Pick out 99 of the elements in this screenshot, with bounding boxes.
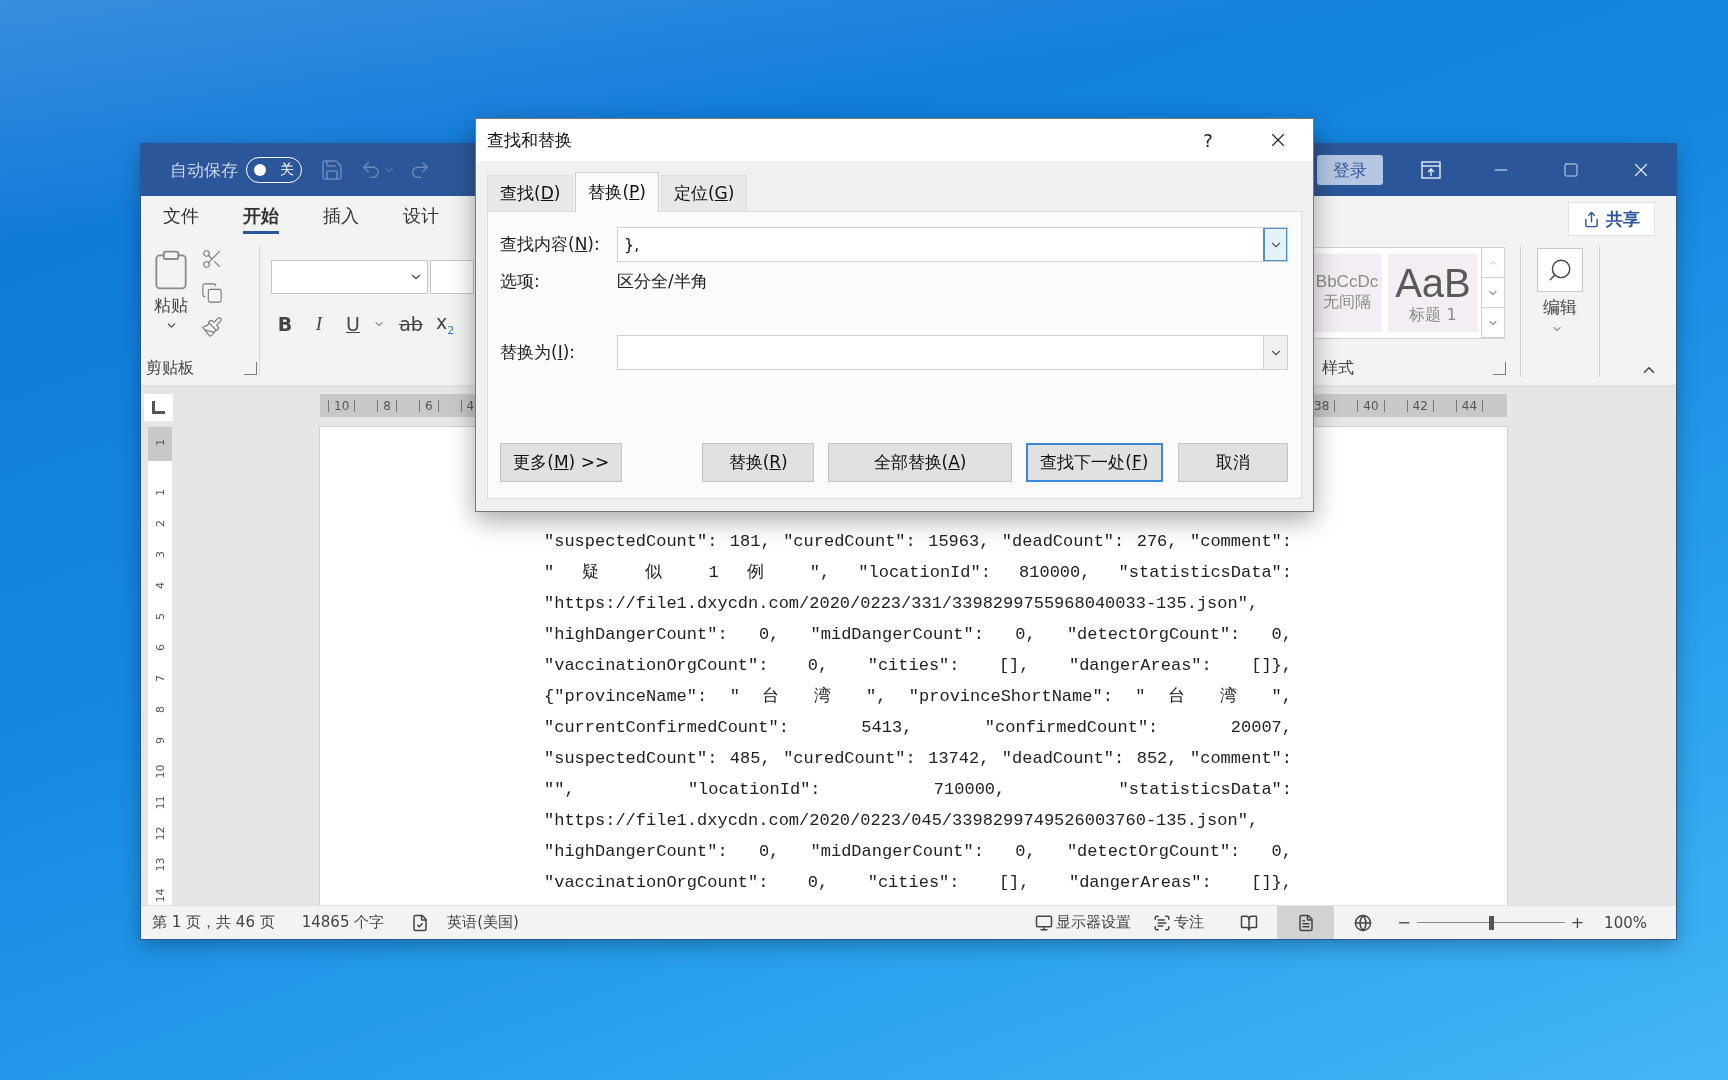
dialog-launcher-icon[interactable]: [244, 361, 257, 375]
format-button[interactable]: x$_{2}$: [431, 310, 459, 338]
ruler-number: 7: [152, 674, 168, 684]
redo-icon[interactable]: [409, 159, 431, 181]
dialog-tab[interactable]: 替换(P): [575, 172, 659, 212]
ribbon-tab[interactable]: 文件: [141, 196, 221, 236]
share-icon: [1583, 210, 1600, 228]
editing-label[interactable]: 编辑: [1543, 296, 1577, 319]
ruler-number: 42: [1406, 399, 1434, 412]
group-label: 样式: [1322, 357, 1354, 379]
ruler-number: 8: [152, 705, 168, 715]
text-line: "vaccinationOrgCount": 0, "cities": [], "dangerAreas": []},: [544, 872, 1292, 894]
share-label: 共享: [1606, 207, 1640, 231]
page-icon[interactable]: [1296, 913, 1315, 932]
ruler-number: 1: [152, 439, 168, 446]
ruler-number: 11: [152, 794, 168, 812]
slider-thumb[interactable]: [1488, 915, 1494, 930]
font-size-field[interactable]: [430, 260, 474, 294]
focus-label[interactable]: 专注: [1174, 913, 1205, 932]
save-icon[interactable]: [320, 158, 344, 182]
text-line: "suspectedCount": 181, "curedCount": 15963, "deadCount": 276, "comment":: [544, 531, 1292, 553]
dialog-button[interactable]: 取消: [1177, 443, 1288, 482]
find-field[interactable]: },: [617, 227, 1288, 262]
ribbon-tab[interactable]: 插入: [301, 196, 381, 236]
tab-selector[interactable]: [144, 394, 173, 421]
help-button[interactable]: ?: [1173, 119, 1243, 161]
word-count[interactable]: 14865 个字: [301, 913, 385, 932]
globe-icon[interactable]: [1353, 913, 1372, 932]
group-label: 剪贴板: [146, 357, 194, 379]
view-button[interactable]: [1277, 906, 1335, 939]
text-line: "vaccinationOrgCount": 0, "cities": [], "dangerAreas": []},: [544, 655, 1292, 677]
display-settings-label[interactable]: 显示器设置: [1056, 913, 1132, 932]
page-count[interactable]: 第 1 页，共 46 页: [152, 913, 275, 932]
find-label: 查找内容(N):: [500, 233, 601, 256]
paste-label: 粘贴: [154, 294, 188, 317]
autosave-label: 自动保存: [170, 158, 238, 182]
format-button[interactable]: ab: [397, 310, 425, 338]
share-button[interactable]: 共享: [1568, 202, 1655, 236]
dialog-button[interactable]: 全部替换(A): [827, 443, 1013, 482]
ruler-number: 8: [377, 399, 397, 412]
ruler-number: 10: [328, 399, 356, 412]
dialog-tab[interactable]: 查找(D): [487, 175, 574, 211]
ruler-number: 6: [418, 399, 439, 412]
text-line: "https://file1.dxycdn.com/2020/0223/045/3398299749526003760-135.json",: [544, 810, 1260, 832]
format-button[interactable]: I: [305, 310, 333, 338]
sign-in-button[interactable]: 登录: [1317, 155, 1383, 185]
dropdown-caret-icon[interactable]: [1263, 228, 1287, 261]
text-line: "suspectedCount": 485, "curedCount": 13742, "deadCount": 852, "comment":: [544, 748, 1292, 770]
ruler-number: 10: [152, 763, 168, 781]
search-icon[interactable]: [1537, 248, 1583, 292]
proofing-icon[interactable]: [411, 913, 430, 932]
text-line: "currentConfirmedCount": 5413, "confirmedCount": 20007,: [544, 717, 1292, 739]
ruler-number: 3: [152, 550, 168, 560]
replace-label: 替换为(I):: [500, 341, 577, 364]
paintbrush-icon[interactable]: [201, 316, 223, 338]
undo-icon[interactable]: [360, 159, 382, 181]
dialog-button[interactable]: 查找下一处(F): [1026, 443, 1163, 482]
font-name-field[interactable]: [271, 260, 428, 294]
replace-field[interactable]: [617, 335, 1288, 370]
ruler-number: 44: [1455, 399, 1484, 412]
ruler-number: 12: [152, 825, 168, 843]
ruler-number: 14: [152, 887, 168, 905]
zoom-out-button[interactable]: −: [1391, 913, 1417, 932]
text-line: {"provinceName": " 台 湾 ", "provinceShortName": " 台 湾 ",: [544, 685, 1292, 708]
scissors-icon[interactable]: [201, 248, 223, 270]
ruler-number: 40: [1357, 399, 1385, 412]
ruler-number: 4: [152, 581, 168, 591]
options-value: 区分全/半角: [617, 269, 708, 293]
ruler-number: 2: [152, 519, 168, 529]
text-line: "https://file1.dxycdn.com/2020/0223/331/3398299755968040033-135.json",: [544, 593, 1260, 615]
zoom-in-button[interactable]: +: [1564, 913, 1591, 932]
ruler-number: 9: [152, 736, 168, 746]
format-button[interactable]: U: [339, 310, 367, 338]
dialog-launcher-icon[interactable]: [1493, 361, 1506, 375]
format-button[interactable]: B: [271, 310, 299, 338]
options-label: 选项:: [500, 269, 541, 293]
ruler-number: 5: [152, 612, 168, 622]
ruler-number: 6: [152, 643, 168, 653]
zoom-level[interactable]: 100%: [1604, 913, 1647, 932]
focus-icon[interactable]: [1153, 913, 1172, 932]
ruler-number: 1: [152, 488, 168, 498]
dialog-tab[interactable]: 定位(G): [660, 175, 748, 211]
zoom-slider[interactable]: [1416, 915, 1565, 930]
dialog-title: 查找和替换: [487, 128, 572, 152]
dialog-button[interactable]: 替换(R): [702, 443, 814, 482]
book-icon[interactable]: [1239, 913, 1258, 932]
ruler-number: 13: [152, 856, 168, 874]
style-item[interactable]: AaB 标题 1: [1388, 254, 1478, 332]
dialog-button[interactable]: 更多(M) >>: [500, 443, 623, 482]
text-line: " 疑 似 1 例 ", "locationId": 810000, "statisticsData":: [544, 562, 1292, 584]
text-line: "highDangerCount": 0, "midDangerCount": 0, "detectOrgCount": 0,: [544, 841, 1292, 863]
copy-icon[interactable]: [201, 282, 223, 304]
language-label[interactable]: 英语(美国): [447, 913, 519, 932]
paste-button[interactable]: 粘贴: [141, 248, 201, 351]
text-line: "", "locationId": 710000, "statisticsData":: [544, 779, 1292, 801]
ribbon-tab[interactable]: 设计: [381, 196, 461, 236]
ribbon-tab[interactable]: 开始: [221, 196, 301, 236]
text-line: "highDangerCount": 0, "midDangerCount": 0, "detectOrgCount": 0,: [544, 624, 1292, 646]
monitor-icon[interactable]: [1035, 913, 1054, 932]
